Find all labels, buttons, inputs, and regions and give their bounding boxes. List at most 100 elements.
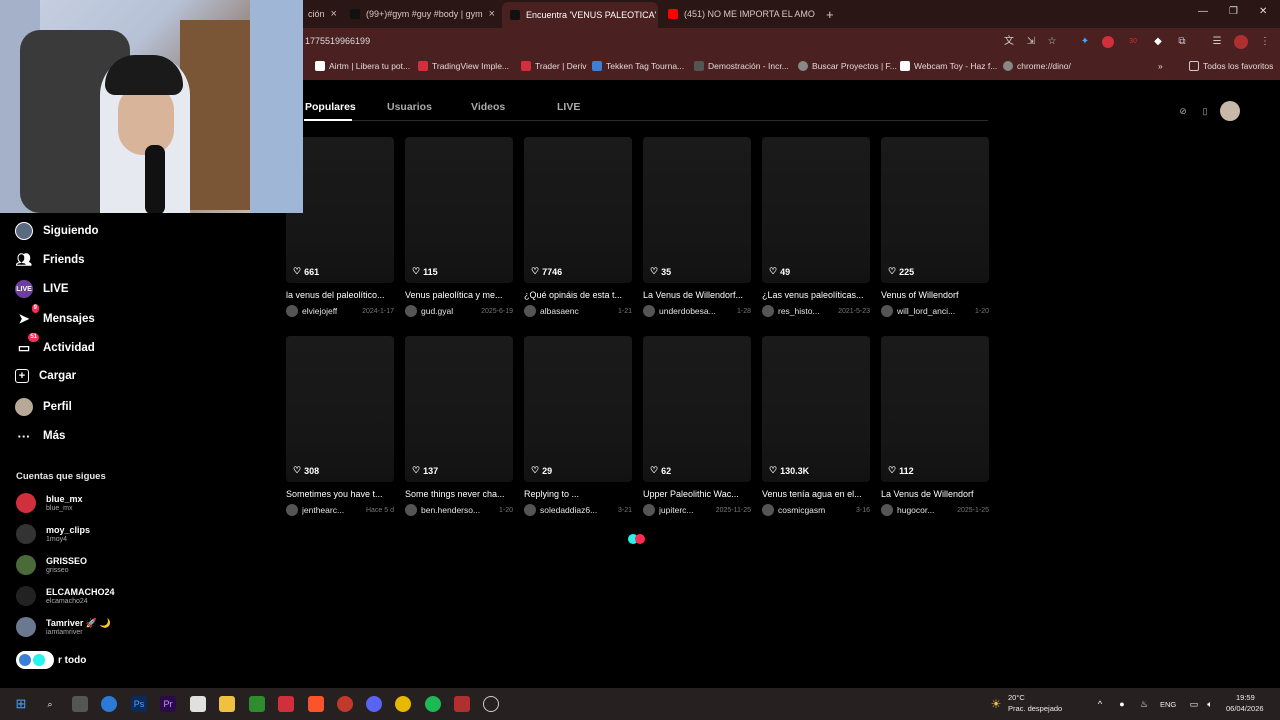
language-indicator[interactable]: ENG: [1160, 700, 1176, 709]
followed-account[interactable]: GRISSEO grisseo: [16, 555, 87, 575]
tab-populares[interactable]: Populares: [305, 101, 356, 113]
premiere-icon[interactable]: Pr: [160, 696, 176, 712]
tray-app-icon[interactable]: ♨: [1136, 696, 1152, 712]
followed-account[interactable]: blue_mx blue_mx: [16, 493, 83, 513]
media-icon[interactable]: ☰: [1210, 35, 1224, 49]
user-avatar[interactable]: [524, 504, 536, 516]
bookmark-item[interactable]: Buscar Proyectos | F...: [798, 61, 897, 71]
record-extension-icon[interactable]: [1102, 36, 1114, 48]
video-username[interactable]: elviejojeff: [302, 306, 337, 316]
video-caption[interactable]: La Venus de Willendorf: [881, 489, 989, 499]
url-field[interactable]: 1775519966199: [305, 36, 370, 46]
user-avatar[interactable]: [524, 305, 536, 317]
app-icon[interactable]: [72, 696, 88, 712]
video-username[interactable]: soledaddiaz6...: [540, 505, 597, 515]
device-icon[interactable]: ▯: [1198, 104, 1212, 118]
video-card[interactable]: ♡ 137 Some things never cha... ben.henderso…: [405, 336, 513, 516]
tray-record-icon[interactable]: ●: [1114, 696, 1130, 712]
obs-icon[interactable]: [483, 696, 499, 712]
coin-icon[interactable]: ⊘: [1176, 104, 1190, 118]
opera-icon[interactable]: [337, 696, 353, 712]
user-avatar[interactable]: [881, 305, 893, 317]
user-avatar[interactable]: [643, 305, 655, 317]
video-caption[interactable]: Venus of Willendorf: [881, 290, 989, 300]
user-avatar[interactable]: [762, 504, 774, 516]
video-thumbnail[interactable]: ♡ 112: [881, 336, 989, 482]
deriv-icon[interactable]: [278, 696, 294, 712]
video-username[interactable]: gud.gyal: [421, 306, 453, 316]
video-username[interactable]: underdobesa...: [659, 306, 716, 316]
star-icon[interactable]: ☆: [1045, 35, 1059, 49]
video-caption[interactable]: Some things never cha...: [405, 489, 513, 499]
bookmark-item[interactable]: Trader | Deriv: [521, 61, 587, 71]
followed-account[interactable]: moy_clips 1moy4: [16, 524, 90, 544]
video-card[interactable]: ♡ 115 Venus paleolítica y me... gud.gyal 202…: [405, 137, 513, 317]
voicemeeter-icon[interactable]: [454, 696, 470, 712]
sidebar-item-live[interactable]: LIVE LIVE: [15, 280, 69, 298]
sidebar-item-cargar[interactable]: + Cargar: [15, 369, 76, 383]
menu-icon[interactable]: ⋮: [1258, 35, 1272, 49]
new-tab-button[interactable]: +: [818, 4, 840, 24]
user-avatar[interactable]: [286, 305, 298, 317]
browser-tab-active[interactable]: Encuentra 'VENUS PALEOTICA' ×: [502, 2, 658, 28]
extension-icon[interactable]: ✦: [1078, 35, 1092, 49]
bookmark-item[interactable]: chrome://dino/: [1003, 61, 1071, 71]
video-thumbnail[interactable]: ♡ 62: [643, 336, 751, 482]
extension-badge-icon[interactable]: 30: [1126, 35, 1140, 49]
photoshop-icon[interactable]: Ps: [131, 696, 147, 712]
browser-tab[interactable]: (99+)#gym #guy #body | gym ×: [342, 4, 500, 24]
video-caption[interactable]: Upper Paleolithic Wac...: [643, 489, 751, 499]
video-thumbnail[interactable]: ♡ 137: [405, 336, 513, 482]
bookmarks-overflow-icon[interactable]: »: [1158, 61, 1163, 71]
video-thumbnail[interactable]: ♡ 7746: [524, 137, 632, 283]
sidebar-item-perfil[interactable]: Perfil: [15, 398, 72, 416]
bookmark-item[interactable]: Airtm | Libera tu pot...: [315, 61, 410, 71]
minimize-icon[interactable]: —: [1198, 6, 1208, 17]
maximize-icon[interactable]: ❐: [1229, 6, 1238, 17]
video-thumbnail[interactable]: ♡ 130.3K: [762, 336, 870, 482]
user-avatar[interactable]: [643, 504, 655, 516]
browser-tab[interactable]: (451) NO ME IMPORTA EL AMO ×: [660, 4, 816, 24]
video-username[interactable]: ben.henderso...: [421, 505, 480, 515]
video-username[interactable]: cosmicgasm: [778, 505, 825, 515]
close-window-icon[interactable]: ✕: [1259, 6, 1267, 17]
video-caption[interactable]: ¿Qué opináis de esta t...: [524, 290, 632, 300]
video-username[interactable]: jenthearc...: [302, 505, 344, 515]
bookmark-item[interactable]: Tekken Tag Tourna...: [592, 61, 684, 71]
volume-icon[interactable]: 🔈︎: [1202, 696, 1218, 712]
sidebar-item-actividad[interactable]: ▭ 51 Actividad: [15, 333, 95, 357]
video-username[interactable]: will_lord_anci...: [897, 306, 955, 316]
tab-usuarios[interactable]: Usuarios: [387, 101, 432, 113]
translate-icon[interactable]: 文: [1002, 35, 1016, 49]
diamond-extension-icon[interactable]: ◆: [1151, 35, 1165, 49]
video-thumbnail[interactable]: ♡ 29: [524, 336, 632, 482]
video-card[interactable]: ♡ 62 Upper Paleolithic Wac... jupiterc... 20…: [643, 336, 751, 516]
video-caption[interactable]: Venus tenía agua en el...: [762, 489, 870, 499]
tab-videos[interactable]: Videos: [471, 101, 505, 113]
install-icon[interactable]: ⇲: [1024, 35, 1038, 49]
close-icon[interactable]: ×: [489, 8, 495, 20]
spotify-icon[interactable]: [425, 696, 441, 712]
video-card[interactable]: ♡ 35 La Venus de Willendorf... underdobesa.…: [643, 137, 751, 317]
avatar[interactable]: [1220, 101, 1240, 121]
video-thumbnail[interactable]: ♡ 49: [762, 137, 870, 283]
video-thumbnail[interactable]: ♡ 115: [405, 137, 513, 283]
video-card[interactable]: ♡ 225 Venus of Willendorf will_lord_anci...…: [881, 137, 989, 317]
close-icon[interactable]: ×: [331, 8, 337, 20]
search-icon[interactable]: ⌕: [42, 696, 58, 712]
windows-start-icon[interactable]: ⊞: [13, 696, 29, 712]
clock-time[interactable]: 19:59: [1236, 693, 1255, 702]
user-avatar[interactable]: [405, 504, 417, 516]
clock-date[interactable]: 06/04/2026: [1226, 704, 1264, 713]
video-username[interactable]: jupiterc...: [659, 505, 694, 515]
network-icon[interactable]: ▭: [1186, 696, 1202, 712]
sidebar-item-siguiendo[interactable]: Siguiendo: [15, 222, 99, 240]
video-thumbnail[interactable]: ♡ 35: [643, 137, 751, 283]
video-card[interactable]: ♡ 49 ¿Las venus paleolíticas... res_histo..…: [762, 137, 870, 317]
tray-chevron-icon[interactable]: ^: [1092, 696, 1108, 712]
video-thumbnail[interactable]: ♡ 308: [286, 336, 394, 482]
store-icon[interactable]: [190, 696, 206, 712]
folder-icon[interactable]: [219, 696, 235, 712]
user-avatar[interactable]: [286, 504, 298, 516]
brave-icon[interactable]: [308, 696, 324, 712]
